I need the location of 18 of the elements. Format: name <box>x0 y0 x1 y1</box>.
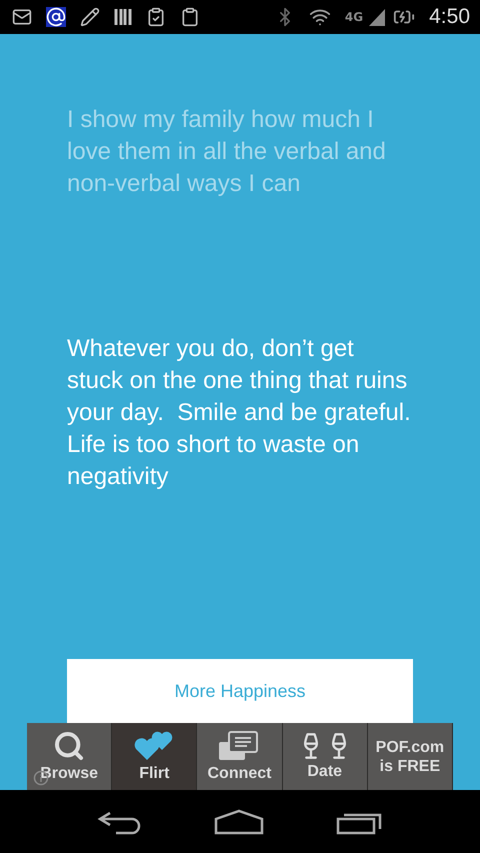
search-icon <box>53 730 86 762</box>
previous-quote: I show my family how much I love them in all the verbal and non-verbal ways I can <box>67 105 387 199</box>
ad-tab[interactable]: Browse <box>27 723 112 790</box>
ad-tab[interactable]: Connect <box>197 723 283 790</box>
ad-tab[interactable]: Flirt <box>112 723 198 790</box>
at-sign-icon <box>46 7 66 27</box>
ad-tab[interactable]: Date <box>282 723 368 790</box>
signal-icon <box>367 7 388 27</box>
pencil-icon <box>80 7 100 27</box>
network-type: 4G <box>344 10 364 24</box>
mail-icon <box>12 7 32 27</box>
clock: 4:50 <box>429 5 470 29</box>
ad-tab[interactable]: POF.com is FREE <box>368 723 454 790</box>
bars-icon <box>114 7 132 27</box>
clipboard-check-icon <box>146 7 166 27</box>
clipboard-icon <box>180 7 200 27</box>
home-icon <box>214 808 264 834</box>
quote-text: Whatever you do, don’t get stuck on the one thing that ruins your day. Smile and be grateful. Life is too short to waste on negativity <box>67 334 412 492</box>
